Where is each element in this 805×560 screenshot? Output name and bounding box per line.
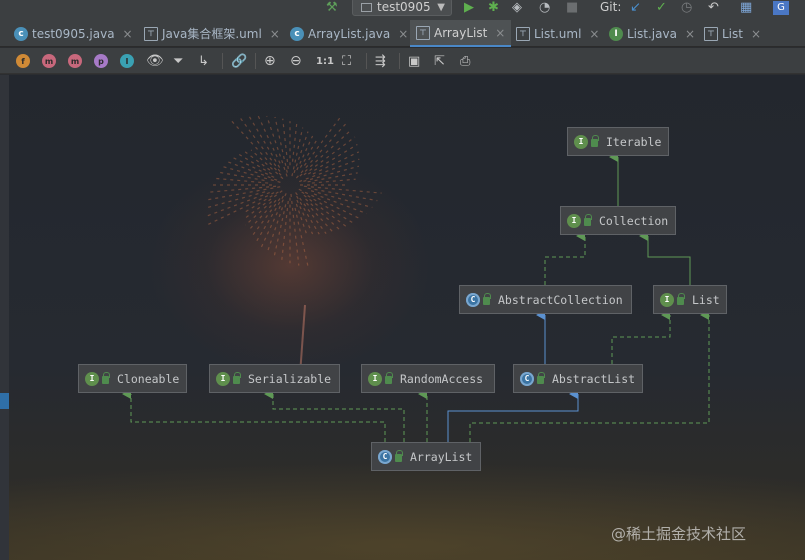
lock-icon (584, 213, 592, 226)
node-serializable[interactable]: I Serializable (209, 364, 340, 393)
edge-list-collection (639, 231, 691, 285)
interface-icon: I (660, 292, 674, 307)
node-label: Iterable (606, 134, 662, 149)
lock-icon (102, 371, 110, 384)
node-label: Collection (599, 213, 669, 228)
node-label: Cloneable (117, 371, 180, 386)
node-label: Serializable (248, 371, 332, 386)
lock-icon (483, 292, 491, 305)
node-abstract-list[interactable]: C AbstractList (513, 364, 643, 393)
edge-abstractlist-list (611, 310, 671, 364)
lock-icon (537, 371, 545, 384)
node-abstract-collection[interactable]: C AbstractCollection (459, 285, 632, 314)
node-label: ArrayList (410, 449, 473, 464)
node-label: AbstractCollection (498, 292, 623, 307)
lock-icon (233, 371, 241, 384)
node-label: AbstractList (552, 371, 636, 386)
lock-icon (395, 449, 403, 462)
node-collection[interactable]: I Collection (560, 206, 676, 235)
edge-abstractcollection-collection (544, 231, 586, 285)
lock-icon (385, 371, 393, 384)
node-iterable[interactable]: I Iterable (567, 127, 669, 156)
node-cloneable[interactable]: I Cloneable (78, 364, 187, 393)
node-list[interactable]: I List (653, 285, 727, 314)
node-label: List (692, 292, 720, 307)
lock-icon (677, 292, 685, 305)
abstract-class-icon: C (520, 371, 534, 386)
relationship-edges (122, 152, 710, 442)
edge-arraylist-serializable (264, 389, 405, 442)
interface-icon: I (567, 213, 581, 228)
lock-icon (591, 134, 599, 147)
interface-icon: I (216, 371, 230, 386)
interface-icon: I (574, 134, 588, 149)
node-label: RandomAccess (400, 371, 484, 386)
interface-icon: I (368, 371, 382, 386)
watermark: @稀土掘金技术社区 (611, 525, 747, 543)
class-icon: C (378, 449, 392, 464)
node-random-access[interactable]: I RandomAccess (361, 364, 495, 393)
edge-arraylist-cloneable (122, 389, 386, 442)
interface-icon: I (85, 371, 99, 386)
edge-arraylist-abstractlist (447, 389, 579, 442)
abstract-class-icon: C (466, 292, 480, 307)
node-array-list[interactable]: C ArrayList (371, 442, 481, 471)
